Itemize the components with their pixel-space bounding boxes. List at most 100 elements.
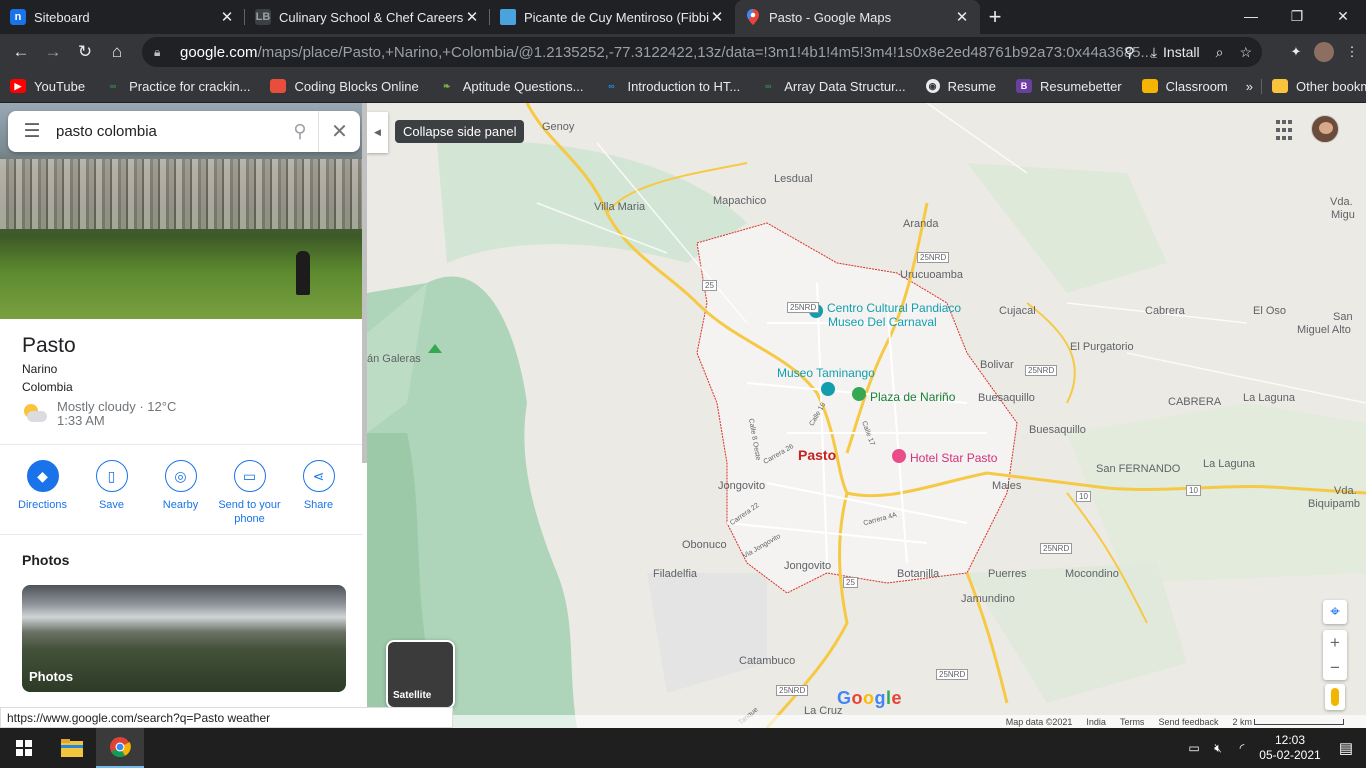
map-data-label: Map data ©2021 — [1005, 716, 1073, 727]
map-label: El Oso — [1253, 305, 1287, 317]
forward-icon[interactable]: → — [37, 36, 69, 68]
profile-avatar[interactable] — [1310, 42, 1338, 62]
street-label: Carrera 22 — [729, 502, 761, 527]
wifi-icon[interactable]: ◜ — [1230, 741, 1254, 755]
folder-icon — [1272, 79, 1288, 93]
account-avatar[interactable] — [1311, 115, 1339, 143]
search-input[interactable] — [56, 123, 282, 140]
bookmark-label: Introduction to HT... — [627, 78, 741, 94]
map-label: Cujacal — [999, 305, 1036, 317]
more-bookmarks-button[interactable]: » — [1238, 79, 1261, 94]
close-tab-icon[interactable]: ✕ — [954, 8, 970, 26]
pegman-icon[interactable] — [1325, 684, 1345, 710]
action-label: Save — [98, 499, 125, 511]
nearby-button[interactable]: ◎ Nearby — [147, 460, 215, 526]
share-button[interactable]: ⋖ Share — [285, 460, 353, 526]
poi-label[interactable]: Hotel Star Pasto — [910, 451, 997, 465]
poi-label[interactable]: Museo Taminango — [777, 366, 875, 380]
search-icon[interactable]: ⚲ — [282, 121, 318, 142]
windows-start-icon[interactable] — [0, 728, 48, 768]
reload-icon[interactable]: ↻ — [69, 36, 101, 68]
file-explorer-icon[interactable] — [48, 728, 96, 768]
chrome-taskbar-icon[interactable] — [96, 728, 144, 768]
save-button[interactable]: ▯ Save — [78, 460, 146, 526]
road-shield: 25NRD — [776, 685, 809, 696]
close-tab-icon[interactable]: ✕ — [219, 8, 235, 26]
close-tab-icon[interactable]: ✕ — [709, 8, 725, 26]
action-label: Send to your phone — [218, 499, 281, 525]
volume-muted-icon[interactable]: 🔇︎ — [1206, 741, 1230, 756]
city-label: Pasto — [798, 447, 837, 463]
bookmark-resumebetter[interactable]: B Resumebetter — [1006, 79, 1132, 94]
poi-label[interactable]: Centro Cultural Pandiaco — [827, 301, 961, 315]
place-region: Narino — [22, 362, 58, 376]
poi-label[interactable]: Plaza de Nariño — [870, 390, 955, 404]
directions-button[interactable]: ◆ Directions — [9, 460, 77, 526]
map-canvas[interactable]: Genoy Lesdual Villa Maria Mapachico Aran… — [367, 103, 1366, 728]
more-menu-icon[interactable]: ⋮ — [1338, 44, 1366, 60]
action-label: Directions — [18, 499, 67, 511]
google-logo: Google — [837, 688, 903, 708]
map-label: Biquipamb — [1308, 498, 1360, 510]
bookmarks-bar: ▶ YouTube ∞ Practice for crackin... Coding… — [0, 70, 1366, 103]
satellite-toggle[interactable]: Satellite — [386, 640, 455, 709]
close-window-icon[interactable]: ✕ — [1320, 0, 1366, 32]
my-location-icon[interactable]: ⌖ — [1323, 600, 1347, 624]
other-bookmarks[interactable]: Other bookmarks — [1261, 78, 1366, 94]
notifications-icon[interactable]: ▤ — [1326, 739, 1366, 757]
nearby-icon: ◎ — [164, 460, 197, 492]
send-feedback-link[interactable]: Send feedback — [1158, 717, 1218, 727]
bookmark-youtube[interactable]: ▶ YouTube — [0, 79, 95, 94]
bookmark-label: Practice for crackin... — [129, 78, 251, 94]
tab-google-maps[interactable]: Pasto - Google Maps ✕ — [735, 0, 980, 34]
map-label: Puerres — [988, 568, 1027, 580]
close-tab-icon[interactable]: ✕ — [464, 8, 480, 26]
map-label: CABRERA — [1168, 396, 1222, 408]
tab-siteboard[interactable]: n Siteboard ✕ — [0, 0, 245, 34]
home-icon[interactable]: ⌂ — [101, 36, 133, 68]
collapse-panel-button[interactable]: ◀ — [367, 112, 388, 153]
zoom-icon[interactable]: ⌕ — [1216, 44, 1224, 61]
terms-link[interactable]: Terms — [1120, 717, 1145, 727]
place-country: Colombia — [22, 380, 73, 394]
scale-bar[interactable]: 2 km — [1232, 717, 1344, 727]
bookmark-aptitude[interactable]: ❧ Aptitude Questions... — [429, 79, 594, 94]
location-pin-icon[interactable]: ⚲ — [1125, 44, 1135, 61]
tab-culinary[interactable]: LB Culinary School & Chef Careers | ✕ — [245, 0, 490, 34]
zoom-in-icon[interactable]: + — [1330, 630, 1340, 655]
region-link[interactable]: India — [1086, 717, 1106, 727]
zoom-out-icon[interactable]: − — [1330, 655, 1340, 680]
hamburger-menu-icon[interactable]: ☰ — [8, 120, 56, 143]
clock-time: 12:03 — [1274, 733, 1306, 747]
weather-info[interactable]: Mostly cloudy · 12°C 1:33 AM — [22, 400, 176, 428]
map-label: La Laguna — [1203, 458, 1255, 470]
tab-picante[interactable]: Picante de Cuy Mentiroso (Fibbin ✕ — [490, 0, 735, 34]
install-button[interactable]: ⤓ Install — [1151, 44, 1200, 61]
clear-search-icon[interactable]: ✕ — [318, 111, 360, 152]
map-attribution: Map data ©2021 India Terms Send feedback… — [367, 715, 1366, 728]
new-tab-button[interactable]: + — [980, 0, 1010, 34]
google-apps-icon[interactable] — [1276, 120, 1298, 142]
map-label: Jamundino — [961, 593, 1015, 605]
place-title: Pasto — [22, 334, 76, 357]
bookmark-html[interactable]: ∞ Introduction to HT... — [593, 79, 750, 94]
restore-icon[interactable]: ❐ — [1274, 0, 1320, 32]
map-label: Buesaquillo — [1029, 424, 1086, 436]
bookmark-coding-blocks[interactable]: Coding Blocks Online — [260, 79, 428, 94]
back-icon[interactable]: ← — [5, 36, 37, 68]
minimize-icon[interactable]: — — [1228, 0, 1274, 32]
extensions-puzzle-icon[interactable]: ✦ — [1282, 44, 1310, 60]
address-bar[interactable]: 🔒︎ google.com/maps/place/Pasto,+Narino,+… — [142, 37, 1262, 67]
bookmark-practice[interactable]: ∞ Practice for crackin... — [95, 79, 260, 94]
tab-strip: n Siteboard ✕ LB Culinary School & Chef … — [0, 0, 1366, 34]
road-shield: 25NRD — [917, 252, 950, 263]
battery-icon[interactable]: ▭ — [1182, 741, 1206, 755]
bookmark-array[interactable]: ∞ Array Data Structur... — [750, 79, 915, 94]
poi-label[interactable]: Museo Del Carnaval — [828, 315, 937, 329]
bookmark-star-icon[interactable]: ☆ — [1239, 44, 1252, 61]
bookmark-resume[interactable]: ◉ Resume — [916, 79, 1006, 94]
send-to-phone-button[interactable]: ▭ Send to your phone — [216, 460, 284, 526]
bookmark-classroom[interactable]: Classroom — [1132, 79, 1238, 94]
photos-thumbnail[interactable]: Photos — [22, 585, 346, 692]
clock[interactable]: 12:03 05-02-2021 — [1254, 733, 1326, 763]
